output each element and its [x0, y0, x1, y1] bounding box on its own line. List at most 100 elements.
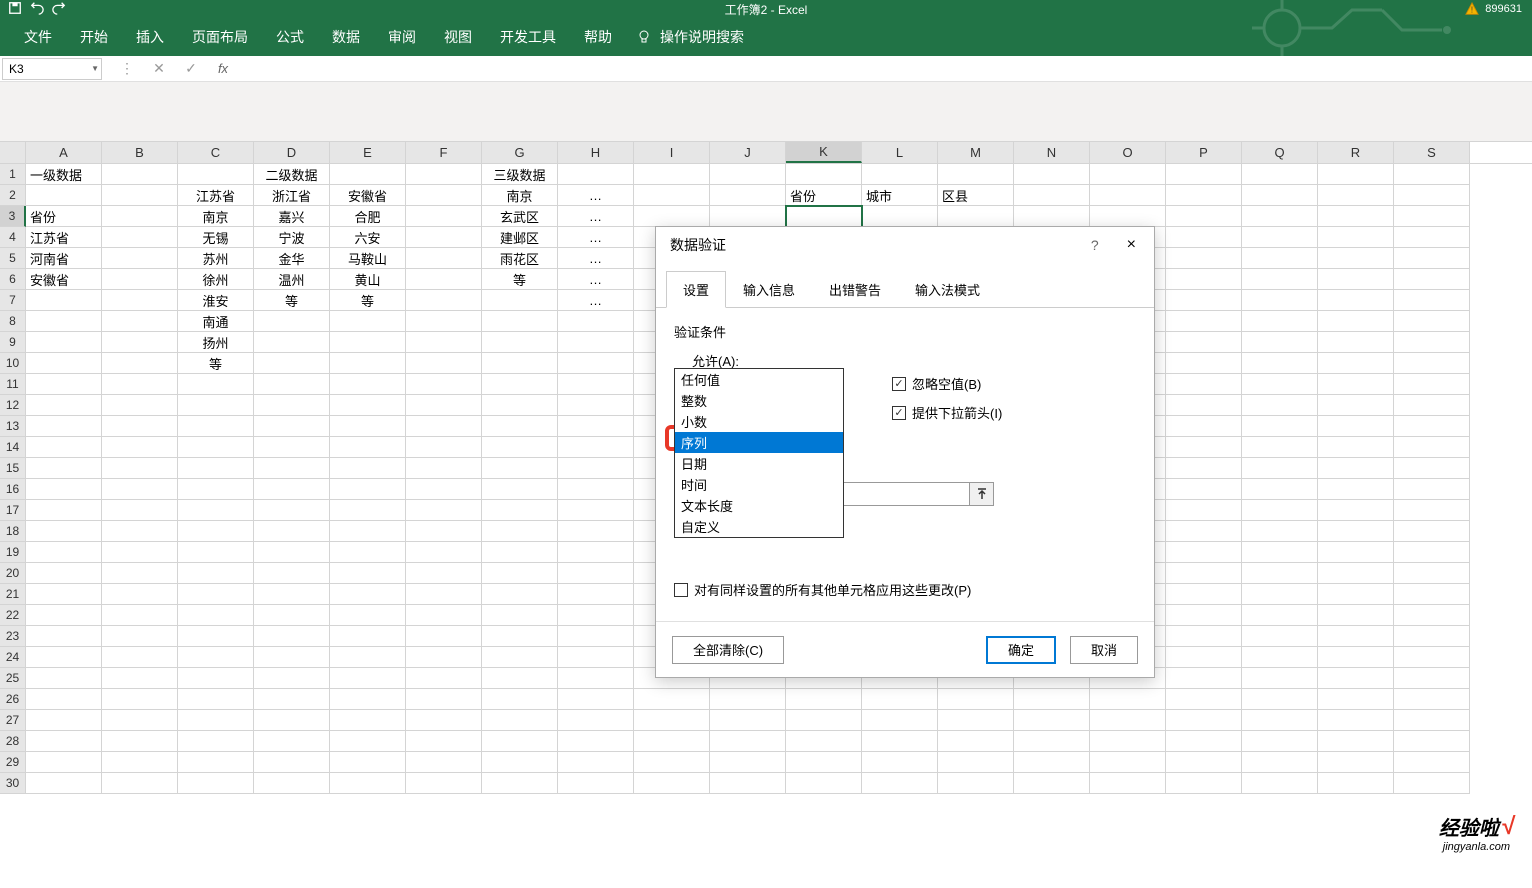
cell[interactable] [1014, 752, 1090, 773]
cell[interactable] [482, 752, 558, 773]
cell[interactable] [406, 374, 482, 395]
cell[interactable] [862, 710, 938, 731]
cell[interactable] [26, 353, 102, 374]
cell[interactable] [102, 773, 178, 794]
cell[interactable] [178, 542, 254, 563]
cell[interactable] [330, 164, 406, 185]
cell[interactable]: 等 [254, 290, 330, 311]
cell[interactable] [1394, 374, 1470, 395]
cell[interactable] [1166, 752, 1242, 773]
cell[interactable] [178, 563, 254, 584]
cell[interactable]: 玄武区 [482, 206, 558, 227]
cell[interactable] [254, 542, 330, 563]
cell[interactable] [482, 311, 558, 332]
cell[interactable] [406, 605, 482, 626]
tab-insert[interactable]: 插入 [122, 19, 178, 55]
cell[interactable] [406, 584, 482, 605]
cell[interactable] [786, 710, 862, 731]
cell[interactable] [634, 164, 710, 185]
cell[interactable] [330, 563, 406, 584]
cell[interactable] [1394, 395, 1470, 416]
tab-formulas[interactable]: 公式 [262, 19, 318, 55]
cell[interactable] [1242, 332, 1318, 353]
cell[interactable] [1014, 185, 1090, 206]
cell[interactable] [178, 584, 254, 605]
cell[interactable]: 建邺区 [482, 227, 558, 248]
cell[interactable] [102, 416, 178, 437]
cell[interactable] [482, 689, 558, 710]
row-header[interactable]: 2 [0, 185, 26, 206]
dropdown-option[interactable]: 自定义 [675, 516, 843, 537]
cell[interactable] [558, 353, 634, 374]
tab-help[interactable]: 帮助 [570, 19, 626, 55]
cell[interactable] [1090, 164, 1166, 185]
cell[interactable] [330, 605, 406, 626]
cell[interactable] [254, 605, 330, 626]
range-select-button[interactable] [969, 483, 993, 505]
tab-input-message[interactable]: 输入信息 [726, 271, 812, 308]
cell[interactable] [710, 689, 786, 710]
cell[interactable]: … [558, 290, 634, 311]
cell[interactable] [26, 668, 102, 689]
cell[interactable] [330, 752, 406, 773]
cell[interactable] [26, 626, 102, 647]
cell[interactable] [558, 332, 634, 353]
cell[interactable]: … [558, 185, 634, 206]
cell[interactable] [1318, 185, 1394, 206]
cell[interactable] [102, 689, 178, 710]
cell[interactable] [1394, 689, 1470, 710]
cell[interactable] [330, 542, 406, 563]
cell[interactable] [1166, 248, 1242, 269]
cell[interactable] [1014, 731, 1090, 752]
cell[interactable]: 江苏省 [178, 185, 254, 206]
row-header[interactable]: 15 [0, 458, 26, 479]
cell[interactable] [786, 206, 862, 227]
cell[interactable] [1242, 458, 1318, 479]
cell[interactable] [102, 206, 178, 227]
cell[interactable]: 安徽省 [26, 269, 102, 290]
cell[interactable]: 嘉兴 [254, 206, 330, 227]
cell[interactable] [102, 395, 178, 416]
cell[interactable] [1090, 689, 1166, 710]
cell[interactable] [710, 206, 786, 227]
cell[interactable]: 等 [178, 353, 254, 374]
select-all-button[interactable] [0, 142, 26, 163]
cell[interactable] [786, 731, 862, 752]
cell[interactable] [254, 479, 330, 500]
row-header[interactable]: 29 [0, 752, 26, 773]
col-header-K[interactable]: K [786, 142, 862, 163]
cell[interactable] [558, 668, 634, 689]
cell[interactable] [1394, 626, 1470, 647]
cell[interactable] [1242, 374, 1318, 395]
cell[interactable] [1242, 290, 1318, 311]
cell[interactable] [178, 500, 254, 521]
cell[interactable] [1242, 416, 1318, 437]
cell[interactable] [1166, 563, 1242, 584]
cell[interactable] [1394, 458, 1470, 479]
cell[interactable] [558, 605, 634, 626]
cell[interactable]: 六安 [330, 227, 406, 248]
cell[interactable] [1318, 479, 1394, 500]
cell[interactable] [26, 395, 102, 416]
cell[interactable] [330, 416, 406, 437]
cell[interactable] [1318, 248, 1394, 269]
cell[interactable] [482, 647, 558, 668]
cell[interactable] [482, 395, 558, 416]
cell[interactable] [558, 710, 634, 731]
tab-data[interactable]: 数据 [318, 19, 374, 55]
cell[interactable] [102, 269, 178, 290]
cell[interactable] [102, 584, 178, 605]
cell[interactable] [330, 584, 406, 605]
cell[interactable]: 等 [482, 269, 558, 290]
cell[interactable] [862, 164, 938, 185]
clear-all-button[interactable]: 全部清除(C) [672, 636, 784, 664]
cell[interactable] [254, 353, 330, 374]
cell[interactable] [1394, 416, 1470, 437]
cell[interactable] [1318, 395, 1394, 416]
cell[interactable] [1014, 689, 1090, 710]
cell[interactable] [102, 626, 178, 647]
cell[interactable] [1318, 605, 1394, 626]
cell[interactable] [254, 731, 330, 752]
cell[interactable] [330, 500, 406, 521]
tab-layout[interactable]: 页面布局 [178, 19, 262, 55]
